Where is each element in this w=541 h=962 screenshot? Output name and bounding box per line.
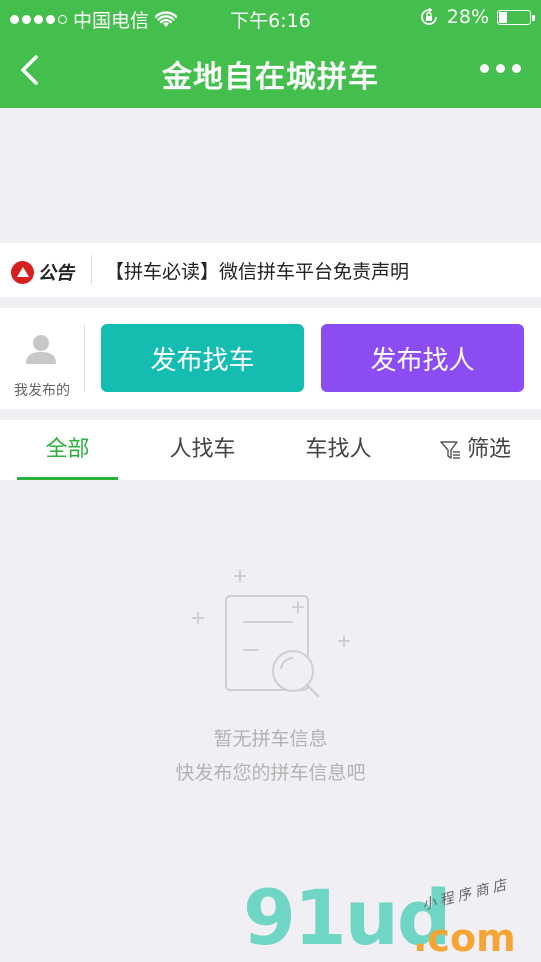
tab-person-find-car[interactable]: 人找车 — [152, 420, 253, 480]
watermark-logo: 91ud .com 小程序商店 — [243, 876, 533, 960]
tab-bar: 全部 人找车 车找人 筛选 — [0, 420, 541, 480]
battery-icon — [497, 9, 535, 25]
tab-filter[interactable]: 筛选 — [422, 420, 528, 480]
tab-active-indicator — [17, 477, 118, 480]
my-posts-button[interactable]: 我发布的 — [0, 308, 84, 409]
more-dots-icon[interactable] — [480, 64, 521, 73]
filter-icon — [440, 441, 460, 459]
nav-bar: 金地自在城拼车 — [0, 34, 541, 108]
action-row: 我发布的 发布找车 发布找人 — [0, 308, 541, 409]
actions-divider — [84, 324, 85, 392]
status-bar: 中国电信 下午6:16 28% — [0, 0, 541, 34]
notice-text[interactable]: 【拼车必读】微信拼车平台免责声明 — [105, 257, 409, 284]
notice-logo-icon — [11, 260, 34, 284]
tab-all[interactable]: 全部 — [17, 420, 118, 480]
my-posts-label: 我发布的 — [14, 383, 70, 399]
avatar-icon — [26, 335, 56, 364]
notice-bar[interactable]: 公告 【拼车必读】微信拼车平台免责声明 — [0, 243, 541, 297]
tab-car-find-person[interactable]: 车找人 — [288, 420, 389, 480]
empty-subtitle: 快发布您的拼车信息吧 — [175, 762, 366, 784]
empty-search-document-icon — [192, 570, 350, 698]
battery-percent: 28% — [446, 6, 489, 28]
notice-divider — [91, 255, 92, 285]
tab-filter-label: 筛选 — [466, 437, 511, 462]
status-right: 28% — [419, 6, 535, 28]
notice-logo-text: 公告 — [38, 263, 74, 284]
post-find-person-button[interactable]: 发布找人 — [321, 324, 524, 392]
post-find-car-button[interactable]: 发布找车 — [101, 324, 304, 392]
notice-logo: 公告 — [11, 259, 74, 285]
battery-fill — [499, 11, 507, 23]
page-title: 金地自在城拼车 — [162, 60, 379, 95]
empty-title: 暂无拼车信息 — [213, 728, 328, 750]
rotation-lock-icon — [420, 7, 437, 25]
watermark-suffix: .com — [413, 916, 516, 960]
